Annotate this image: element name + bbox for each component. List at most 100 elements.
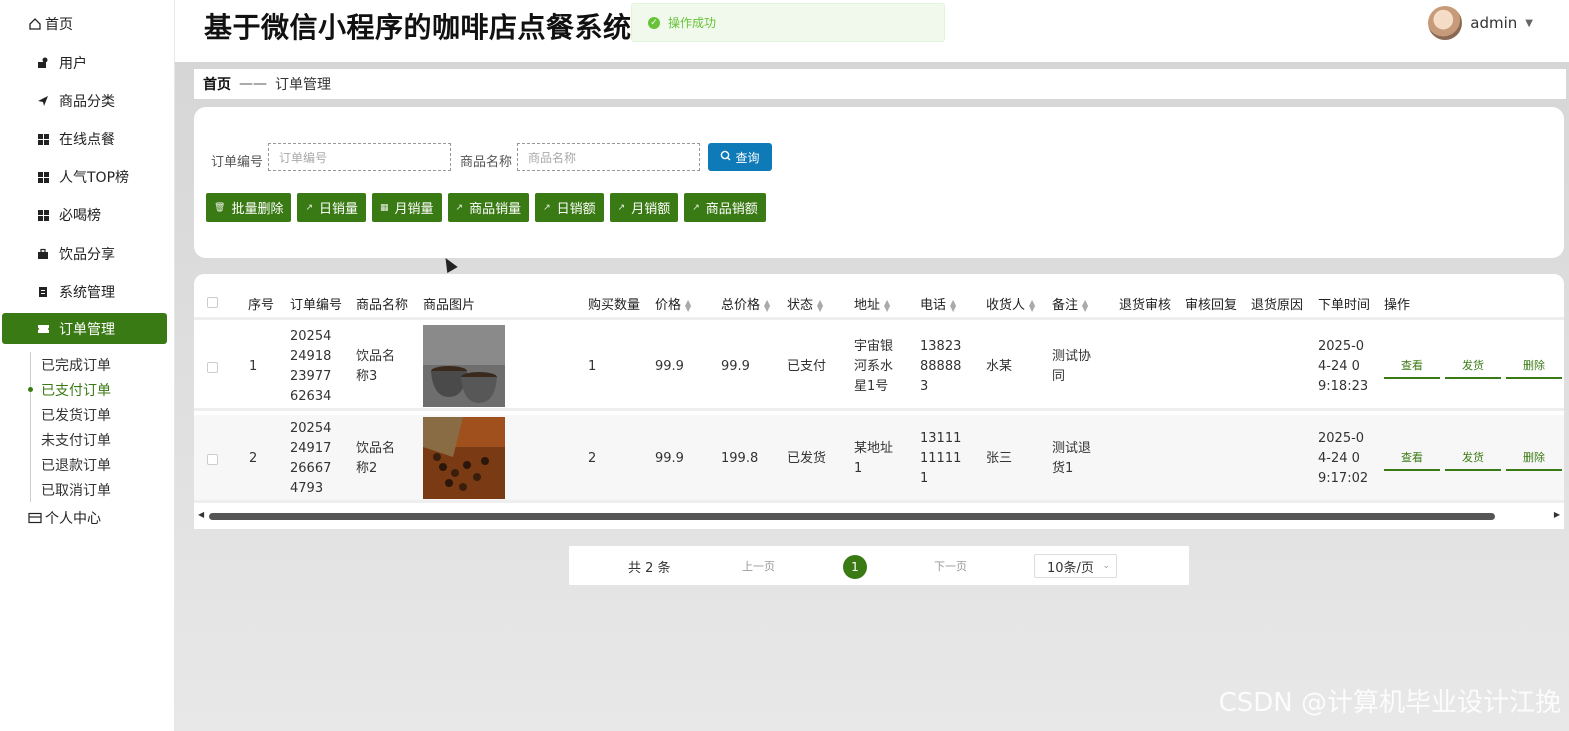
- col-review-reply: 审核回复: [1185, 298, 1238, 313]
- avatar: [1428, 6, 1463, 40]
- col-total-label: 总价格: [721, 298, 761, 313]
- col-price[interactable]: 价格 ▲ ▼: [655, 294, 691, 313]
- product-volume-button[interactable]: ↗ 商品销量: [447, 193, 530, 222]
- orders-table: 序号 订单编号 商品名称 商品图片 购买数量 价格 ▲ ▼ 总价格 ▲ ▼ 状态 ▲ ▼ 地…: [194, 274, 1564, 529]
- col-total[interactable]: 总价格 ▲ ▼: [721, 294, 770, 313]
- breadcrumb-home[interactable]: 首页: [203, 74, 231, 94]
- col-price-label: 价格: [655, 298, 682, 313]
- col-qty: 购买数量: [588, 298, 641, 313]
- view-button[interactable]: 查看: [1384, 449, 1440, 471]
- watermark: CSDN @计算机毕业设计江挽: [1218, 688, 1561, 718]
- toast-text: 操作成功: [668, 16, 717, 30]
- next-page-button[interactable]: 下一页: [934, 558, 967, 574]
- page-size-value: 10条/页: [1047, 560, 1094, 576]
- page-size-select[interactable]: 10条/页 ⌄: [1034, 554, 1117, 578]
- col-phone[interactable]: 电话 ▲ ▼: [920, 294, 956, 313]
- query-button[interactable]: 查询: [708, 143, 772, 171]
- ship-button[interactable]: 发货: [1445, 449, 1501, 471]
- product-revenue-button[interactable]: ↗ 商品销额: [684, 193, 766, 222]
- submenu-paid[interactable]: 已支付订单: [28, 377, 170, 402]
- current-page[interactable]: 1: [843, 555, 867, 579]
- sidebar-item-category[interactable]: 商品分类: [0, 85, 170, 117]
- prev-page-button[interactable]: 上一页: [742, 558, 775, 574]
- batch-delete-button[interactable]: 🗑 批量删除: [206, 193, 292, 222]
- monthly-revenue-button[interactable]: ↗ 月销额: [609, 193, 679, 222]
- sort-icon[interactable]: ▲ ▼: [764, 298, 770, 312]
- ship-button[interactable]: 发货: [1445, 357, 1501, 379]
- sidebar-item-must-drink[interactable]: 必喝榜: [0, 199, 170, 231]
- sidebar-item-share[interactable]: 饮品分享: [0, 238, 170, 270]
- sidebar-item-label: 订单管理: [59, 321, 115, 338]
- cell-qty: 2: [588, 451, 597, 466]
- submenu-cancelled[interactable]: 已取消订单: [31, 477, 170, 502]
- order-no-input[interactable]: 订单编号: [268, 143, 451, 171]
- table-row: 2 20254 24917 26667 4793 饮品名 称2 2 99.9 199.8…: [194, 415, 1564, 503]
- chevron-down-icon: ⌄: [1102, 561, 1110, 571]
- sort-icon[interactable]: ▲ ▼: [1082, 298, 1088, 312]
- sort-icon[interactable]: ▲ ▼: [817, 298, 823, 312]
- product-volume-label: 商品销量: [469, 202, 522, 217]
- submenu-completed[interactable]: 已完成订单: [31, 352, 170, 377]
- submenu-shipped[interactable]: 已发货订单: [31, 402, 170, 427]
- submenu-refunded[interactable]: 已退款订单: [31, 452, 170, 477]
- col-receiver[interactable]: 收货人 ▲ ▼: [986, 294, 1035, 313]
- product-image: [423, 417, 505, 499]
- col-status[interactable]: 状态 ▲ ▼: [787, 294, 823, 313]
- col-image: 商品图片: [423, 298, 476, 313]
- monthly-volume-button[interactable]: ▦ 月销量: [372, 193, 442, 222]
- scrollbar-thumb[interactable]: [209, 513, 1495, 520]
- nav-home-label: 首页: [45, 17, 73, 33]
- col-address[interactable]: 地址 ▲ ▼: [854, 294, 890, 313]
- sort-icon[interactable]: ▲ ▼: [884, 298, 890, 312]
- scroll-left-icon[interactable]: ◀: [198, 510, 204, 519]
- submenu-unpaid[interactable]: 未支付订单: [31, 427, 170, 452]
- cell-address: 宇宙银 河系水 星1号: [854, 339, 894, 394]
- sort-icon[interactable]: ▲ ▼: [950, 298, 956, 312]
- send-icon: [36, 94, 50, 108]
- user-menu[interactable]: admin ▼: [1428, 6, 1533, 40]
- sidebar: 首页 用户 商品分类 在线点餐 人气TOP榜 必喝榜 饮品分享 系统管理 订单管…: [0, 0, 175, 731]
- table-row: 1 20254 24918 23977 62634 饮品名 称3 1 99.9 99.9…: [194, 323, 1564, 411]
- delete-button[interactable]: 删除: [1506, 357, 1562, 379]
- row-checkbox[interactable]: [207, 454, 218, 465]
- ticket-icon: [36, 322, 50, 336]
- product-image: [423, 325, 505, 407]
- delete-button[interactable]: 删除: [1506, 449, 1562, 471]
- scroll-right-icon[interactable]: ▶: [1554, 510, 1560, 519]
- breadcrumb-current: 订单管理: [275, 77, 331, 93]
- cell-receiver: 张三: [986, 451, 1013, 466]
- view-button[interactable]: 查看: [1384, 357, 1440, 379]
- sidebar-item-users[interactable]: 用户: [0, 47, 170, 79]
- col-index: 序号: [248, 298, 275, 313]
- row-checkbox[interactable]: [207, 362, 218, 373]
- col-note[interactable]: 备注 ▲ ▼: [1052, 294, 1088, 313]
- sidebar-item-label: 在线点餐: [59, 132, 115, 148]
- search-panel: 订单编号 订单编号 商品名称 商品名称 查询 🗑 批量删除 ↗ 日销量 ▦ 月销量 ↗…: [194, 107, 1564, 258]
- product-name-input[interactable]: 商品名称: [517, 143, 700, 171]
- nav-home[interactable]: 首页: [28, 8, 198, 40]
- app-title: 基于微信小程序的咖啡店点餐系统: [204, 11, 632, 44]
- horizontal-scrollbar[interactable]: ◀ ▶: [194, 510, 1564, 524]
- check-circle-icon: ✓: [648, 16, 660, 29]
- success-toast: ✓ 操作成功: [631, 3, 945, 42]
- breadcrumb-separator: ——: [239, 76, 267, 92]
- calendar-icon: ▦: [380, 202, 389, 213]
- sidebar-item-label: 用户: [59, 56, 87, 72]
- sidebar-item-orders[interactable]: 订单管理: [2, 313, 167, 344]
- sidebar-item-label: 人气TOP榜: [59, 170, 130, 186]
- daily-revenue-button[interactable]: ↗ 日销额: [535, 193, 604, 222]
- col-refund-review: 退货审核: [1119, 298, 1172, 313]
- sidebar-item-top[interactable]: 人气TOP榜: [0, 161, 170, 193]
- total-count: 共 2 条: [628, 561, 671, 576]
- select-all-checkbox[interactable]: [207, 297, 218, 308]
- sort-icon[interactable]: ▲ ▼: [1029, 298, 1035, 312]
- daily-volume-button[interactable]: ↗ 日销量: [297, 193, 367, 222]
- sidebar-item-order-online[interactable]: 在线点餐: [0, 123, 170, 155]
- sidebar-item-system[interactable]: 系统管理: [0, 276, 170, 308]
- nav-personal[interactable]: 个人中心: [28, 502, 198, 534]
- batch-delete-label: 批量删除: [231, 202, 284, 217]
- product-revenue-label: 商品销额: [705, 202, 758, 217]
- sort-icon[interactable]: ▲ ▼: [685, 298, 691, 312]
- order-no-label: 订单编号: [211, 155, 264, 170]
- col-receiver-label: 收货人: [986, 298, 1026, 313]
